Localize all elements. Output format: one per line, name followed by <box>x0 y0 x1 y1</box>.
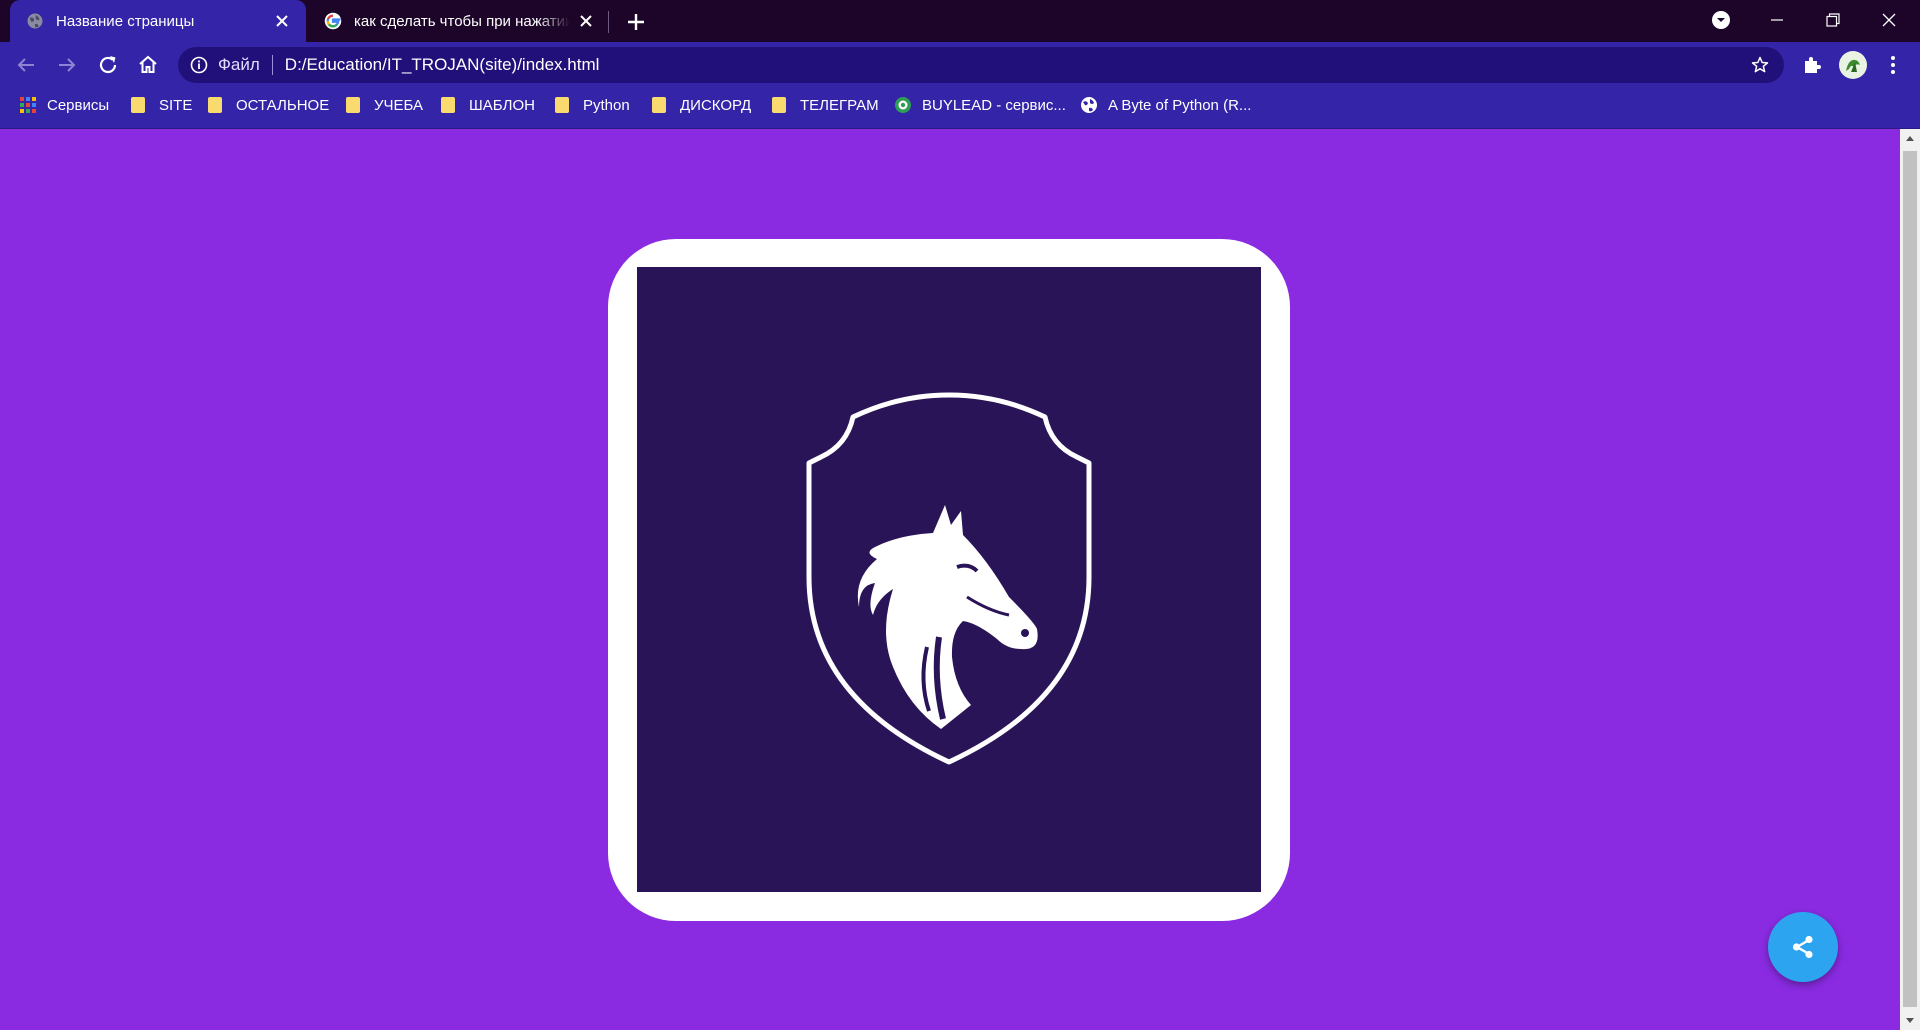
bookmark-label: BUYLEAD - сервис... <box>922 96 1066 114</box>
horse-shield-logo-icon <box>806 392 1092 765</box>
forward-arrow-icon[interactable] <box>55 53 79 77</box>
tab-title: как сделать чтобы при нажатии <box>354 12 570 30</box>
bookmark-label: ДИСКОРД <box>680 96 752 114</box>
bookmark-folder[interactable]: ДИСКОРД <box>652 88 751 122</box>
bookmark-item[interactable]: A Byte of Python (R... <box>1080 88 1251 122</box>
bookmark-folder[interactable]: ШАБЛОН <box>441 88 535 122</box>
restore-button[interactable] <box>1808 0 1858 40</box>
extensions-puzzle-icon[interactable] <box>1801 53 1825 77</box>
close-window-button[interactable] <box>1864 0 1914 40</box>
browser-title-bar: Название страницы как сделать чтобы при … <box>0 0 1920 42</box>
minimize-icon <box>1771 19 1783 21</box>
avatar-icon <box>1846 59 1860 72</box>
home-icon[interactable] <box>136 53 160 77</box>
back-arrow-icon[interactable] <box>14 53 38 77</box>
bookmark-folder[interactable]: ОСТАЛЬНОЕ <box>208 88 329 122</box>
vertical-scrollbar[interactable] <box>1900 129 1920 1030</box>
folder-icon <box>131 97 145 113</box>
bookmark-star-icon[interactable] <box>1750 55 1770 75</box>
address-url[interactable]: D:/Education/IT_TROJAN(site)/index.html <box>285 55 600 75</box>
bookmark-label: Python <box>583 96 630 114</box>
tab-title: Название страницы <box>56 12 195 30</box>
bookmark-label: ШАБЛОН <box>469 96 535 114</box>
bookmark-folder[interactable]: Python <box>555 88 630 122</box>
tab-separator <box>608 11 609 33</box>
profile-avatar[interactable] <box>1839 51 1867 79</box>
bookmarks-bar: Сервисы SITE ОСТАЛЬНОЕ УЧЕБА ШАБЛОН Pyth… <box>0 88 1920 129</box>
logo-card <box>608 239 1290 921</box>
folder-icon <box>555 97 569 113</box>
bookmark-label: Сервисы <box>47 96 110 114</box>
close-tab-icon[interactable] <box>274 13 290 29</box>
bookmark-folder[interactable]: ТЕЛЕГРАМ <box>772 88 879 122</box>
address-scheme-label: Файл <box>218 55 260 74</box>
info-icon[interactable] <box>190 56 208 74</box>
bookmark-label: ОСТАЛЬНОЕ <box>236 96 330 114</box>
menu-dots-icon[interactable] <box>1881 53 1905 77</box>
bookmark-label: УЧЕБА <box>374 96 424 114</box>
share-button[interactable] <box>1768 912 1838 982</box>
close-icon <box>1882 13 1896 27</box>
tab-inactive[interactable]: как сделать чтобы при нажатии <box>318 0 608 42</box>
tab-search-button[interactable] <box>1696 0 1746 40</box>
scroll-up-arrow-icon[interactable] <box>1904 133 1916 145</box>
bookmark-folder[interactable]: SITE <box>131 88 192 122</box>
logo-image <box>637 267 1261 892</box>
bookmark-label: ТЕЛЕГРАМ <box>800 96 879 114</box>
chevron-down-circle-icon <box>1712 11 1730 29</box>
globe-icon <box>1081 97 1097 113</box>
bookmark-folder[interactable]: УЧЕБА <box>346 88 423 122</box>
new-tab-icon[interactable] <box>624 10 648 34</box>
close-tab-icon[interactable] <box>578 13 594 29</box>
restore-icon <box>1826 13 1840 27</box>
address-bar[interactable]: Файл D:/Education/IT_TROJAN(site)/index.… <box>178 47 1784 83</box>
bookmark-label: SITE <box>159 96 193 114</box>
scroll-down-arrow-icon[interactable] <box>1904 1014 1916 1026</box>
reload-icon[interactable] <box>96 53 120 77</box>
folder-icon <box>346 97 360 113</box>
scrollbar-thumb[interactable] <box>1903 151 1917 1007</box>
bookmark-item[interactable]: Сервисы <box>19 88 109 122</box>
google-icon <box>324 12 342 30</box>
globe-icon <box>27 13 43 29</box>
bookmark-label: A Byte of Python (R... <box>1108 96 1252 114</box>
folder-icon <box>772 97 786 113</box>
minimize-button[interactable] <box>1752 0 1802 40</box>
tab-active[interactable]: Название страницы <box>10 0 306 42</box>
share-icon <box>1792 935 1813 959</box>
address-divider <box>271 55 273 75</box>
apps-grid-icon <box>20 97 36 113</box>
page-viewport <box>0 129 1900 1030</box>
folder-icon <box>208 97 222 113</box>
buylead-icon <box>895 97 911 113</box>
bookmark-item[interactable]: BUYLEAD - сервис... <box>894 88 1066 122</box>
folder-icon <box>441 97 455 113</box>
folder-icon <box>652 97 666 113</box>
browser-toolbar: Файл D:/Education/IT_TROJAN(site)/index.… <box>0 42 1920 88</box>
